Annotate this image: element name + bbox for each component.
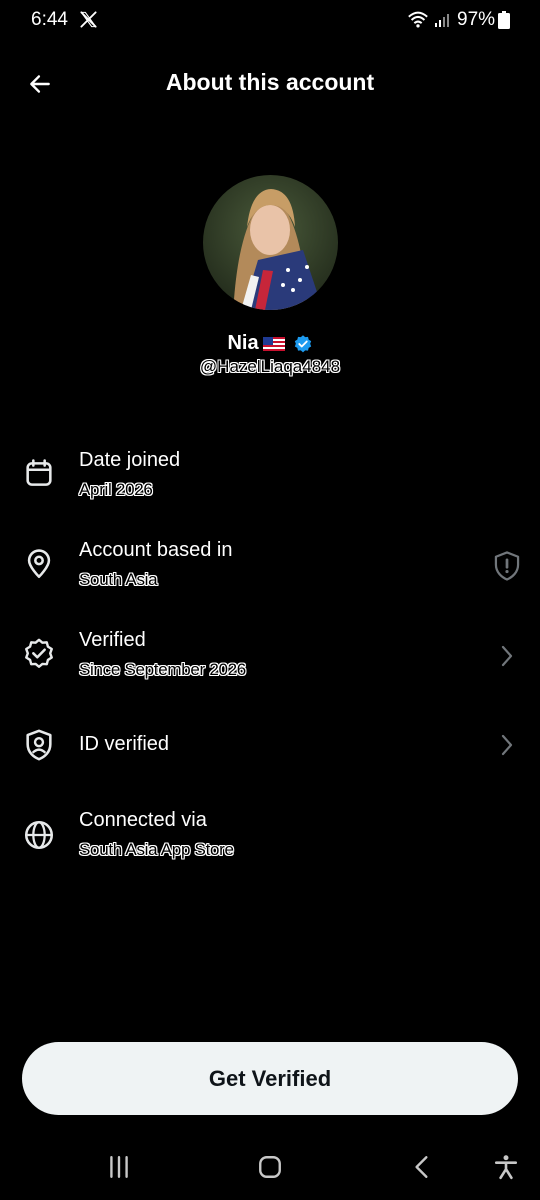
row-verified[interactable]: Verified Since September 2026 [0, 620, 540, 700]
row-title: Date joined [79, 449, 181, 471]
calendar-icon [26, 459, 52, 486]
recent-apps-icon [110, 1156, 128, 1178]
location-pin-icon [27, 549, 51, 579]
accessibility-icon [494, 1155, 518, 1180]
status-bar: 6:44 97% [0, 0, 540, 42]
row-value: South Asia App Store [79, 840, 234, 859]
chevron-right-icon [501, 645, 513, 667]
row-value: April 2026 [79, 480, 153, 499]
home-button[interactable] [255, 1152, 285, 1182]
profile-name: Nia [227, 332, 259, 354]
row-value: South Asia [79, 570, 158, 589]
page-title: About this account [165, 69, 375, 95]
home-icon [259, 1156, 281, 1178]
row-title: Connected via [79, 809, 207, 831]
shield-alert-icon[interactable] [492, 550, 522, 582]
profile-photo [203, 175, 338, 310]
accessibility-button[interactable] [491, 1152, 521, 1182]
wifi-icon [408, 11, 428, 28]
profile-handle: @HazelLiaqa4848 [199, 357, 341, 376]
system-back-button[interactable] [407, 1152, 437, 1182]
chevron-right-icon [501, 734, 513, 756]
battery-icon [498, 11, 510, 29]
id-shield-icon [26, 729, 52, 761]
back-icon [415, 1156, 428, 1178]
status-time: 6:44 [31, 9, 68, 30]
row-date-joined: Date joined April 2026 [0, 440, 540, 520]
get-verified-button[interactable]: Get Verified [22, 1042, 518, 1115]
globe-icon [24, 820, 54, 850]
row-account-based-in: Account based in South Asia [0, 530, 540, 610]
recent-apps-button[interactable] [104, 1152, 134, 1182]
us-flag-icon [262, 336, 285, 351]
verified-seal-icon [25, 638, 53, 668]
row-value: Since September 2026 [79, 660, 246, 679]
signal-icon [435, 14, 449, 27]
profile-name-row: Nia [0, 332, 540, 355]
row-title: ID verified [79, 733, 170, 755]
avatar[interactable] [203, 175, 338, 310]
row-id-verified[interactable]: ID verified [0, 705, 540, 785]
nav-bar [0, 1140, 540, 1200]
row-title: Verified [79, 629, 146, 651]
verified-badge-icon [294, 334, 311, 352]
row-title: Account based in [79, 539, 233, 561]
header: About this account [0, 56, 540, 112]
x-logo-icon [80, 11, 97, 28]
row-connected-via: Connected via South Asia App Store [0, 800, 540, 880]
battery-percent: 97% [457, 9, 496, 30]
